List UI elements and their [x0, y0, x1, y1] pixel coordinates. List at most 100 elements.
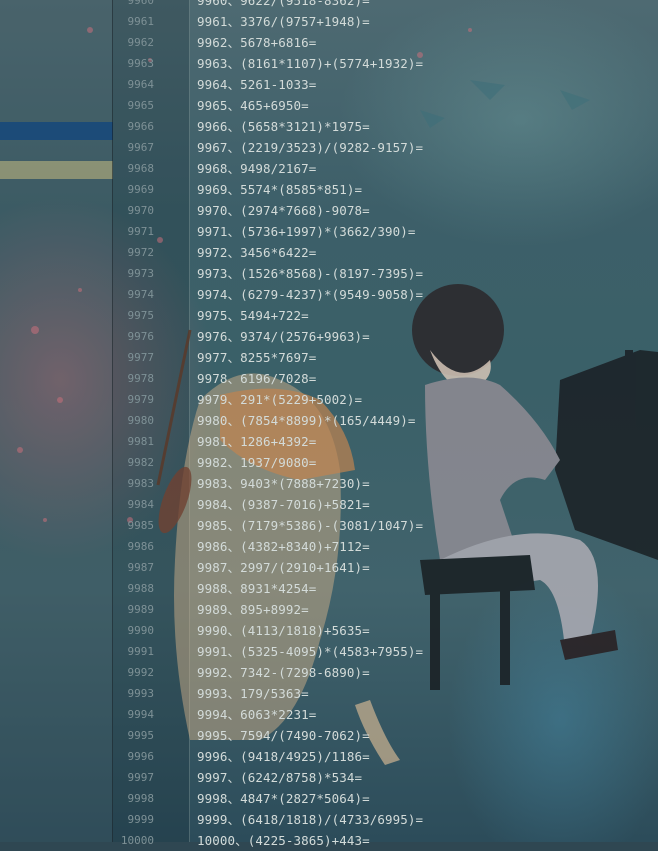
code-text[interactable]: 9988、8931*4254=: [197, 578, 316, 599]
code-text[interactable]: 9977、8255*7697=: [197, 347, 316, 368]
code-line[interactable]: 9969 9969、5574*(8585*851)=: [113, 179, 658, 200]
selected-tree-item[interactable]: [0, 122, 113, 140]
code-text[interactable]: 9971、(5736+1997)*(3662/390)=: [197, 221, 416, 242]
line-number: 9984: [127, 498, 155, 511]
code-line[interactable]: 9974 9974、(6279-4237)*(9549-9058)=: [113, 284, 658, 305]
code-text[interactable]: 9974、(6279-4237)*(9549-9058)=: [197, 284, 423, 305]
code-line[interactable]: 9995 9995、7594/(7490-7062)=: [113, 725, 658, 746]
code-text[interactable]: 9991、(5325-4095)*(4583+7955)=: [197, 641, 423, 662]
code-text[interactable]: 9978、6196/7028=: [197, 368, 316, 389]
code-text[interactable]: 9994、6063*2231=: [197, 704, 316, 725]
line-number: 9964: [127, 78, 155, 91]
code-line[interactable]: 9967 9967、(2219/3523)/(9282-9157)=: [113, 137, 658, 158]
line-number: 9963: [127, 57, 155, 70]
line-number: 9990: [127, 624, 155, 637]
code-line[interactable]: 9980 9980、(7854*8899)*(165/4449)=: [113, 410, 658, 431]
code-line[interactable]: 9993 9993、179/5363=: [113, 683, 658, 704]
line-number: 9985: [127, 519, 155, 532]
code-line[interactable]: 9976 9976、9374/(2576+9963)=: [113, 326, 658, 347]
code-line[interactable]: 9981 9981、1286+4392=: [113, 431, 658, 452]
code-line[interactable]: 9977 9977、8255*7697=: [113, 347, 658, 368]
code-line[interactable]: 9973 9973、(1526*8568)-(8197-7395)=: [113, 263, 658, 284]
code-text[interactable]: 9986、(4382+8340)+7112=: [197, 536, 370, 557]
code-text[interactable]: 9966、(5658*3121)*1975=: [197, 116, 370, 137]
code-text[interactable]: 9972、3456*6422=: [197, 242, 316, 263]
code-line[interactable]: 9985 9985、(7179*5386)-(3081/1047)=: [113, 515, 658, 536]
code-line[interactable]: 9988 9988、8931*4254=: [113, 578, 658, 599]
line-number: 9983: [127, 477, 155, 490]
code-line[interactable]: 9986 9986、(4382+8340)+7112=: [113, 536, 658, 557]
code-text[interactable]: 9999、(6418/1818)/(4733/6995)=: [197, 809, 423, 830]
line-number: 9967: [127, 141, 155, 154]
highlighted-tree-item[interactable]: [0, 161, 113, 179]
line-number: 9970: [127, 204, 155, 217]
code-line[interactable]: 9972 9972、3456*6422=: [113, 242, 658, 263]
code-line[interactable]: 9982 9982、1937/9080=: [113, 452, 658, 473]
code-line[interactable]: 9965 9965、465+6950=: [113, 95, 658, 116]
code-line[interactable]: 9962 9962、5678+6816=: [113, 32, 658, 53]
line-number: 9977: [127, 351, 155, 364]
code-line[interactable]: 9987 9987、2997/(2910+1641)=: [113, 557, 658, 578]
code-line[interactable]: 9966 9966、(5658*3121)*1975=: [113, 116, 658, 137]
code-line[interactable]: 9994 9994、6063*2231=: [113, 704, 658, 725]
line-number: 9961: [127, 15, 155, 28]
code-text[interactable]: 9965、465+6950=: [197, 95, 309, 116]
code-text[interactable]: 9967、(2219/3523)/(9282-9157)=: [197, 137, 423, 158]
code-text[interactable]: 9970、(2974*7668)-9078=: [197, 200, 370, 221]
code-text[interactable]: 9964、5261-1033=: [197, 74, 316, 95]
code-line[interactable]: 9963 9963、(8161*1107)+(5774+1932)=: [113, 53, 658, 74]
code-line[interactable]: 9970 9970、(2974*7668)-9078=: [113, 200, 658, 221]
code-line[interactable]: 9992 9992、7342-(7298-6890)=: [113, 662, 658, 683]
code-line[interactable]: 9997 9997、(6242/8758)*534=: [113, 767, 658, 788]
code-text[interactable]: 9996、(9418/4925)/1186=: [197, 746, 370, 767]
code-text[interactable]: 9981、1286+4392=: [197, 431, 316, 452]
code-line[interactable]: 9999 9999、(6418/1818)/(4733/6995)=: [113, 809, 658, 830]
code-text[interactable]: 9973、(1526*8568)-(8197-7395)=: [197, 263, 423, 284]
code-text[interactable]: 9984、(9387-7016)+5821=: [197, 494, 370, 515]
code-line[interactable]: 9991 9991、(5325-4095)*(4583+7955)=: [113, 641, 658, 662]
code-text[interactable]: 9975、5494+722=: [197, 305, 309, 326]
code-text[interactable]: 9976、9374/(2576+9963)=: [197, 326, 370, 347]
code-text[interactable]: 9985、(7179*5386)-(3081/1047)=: [197, 515, 423, 536]
code-text[interactable]: 9983、9403*(7888+7230)=: [197, 473, 370, 494]
line-number: 9976: [127, 330, 155, 343]
code-text[interactable]: 9969、5574*(8585*851)=: [197, 179, 362, 200]
code-editor-lines[interactable]: 9960 9960、9622/(9518-8362)= 9961 9961、3376/…: [113, 0, 658, 851]
line-number: 9993: [127, 687, 155, 700]
line-number: 10000: [120, 834, 154, 847]
code-line[interactable]: 9984 9984、(9387-7016)+5821=: [113, 494, 658, 515]
code-text[interactable]: 9961、3376/(9757+1948)=: [197, 11, 370, 32]
code-line[interactable]: 9971 9971、(5736+1997)*(3662/390)=: [113, 221, 658, 242]
code-line[interactable]: 9964 9964、5261-1033=: [113, 74, 658, 95]
code-line[interactable]: 9998 9998、4847*(2827*5064)=: [113, 788, 658, 809]
code-text[interactable]: 9980、(7854*8899)*(165/4449)=: [197, 410, 416, 431]
code-text[interactable]: 9982、1937/9080=: [197, 452, 316, 473]
code-text[interactable]: 10000、(4225-3865)+443=: [197, 830, 370, 851]
code-text[interactable]: 9995、7594/(7490-7062)=: [197, 725, 370, 746]
code-line[interactable]: 9978 9978、6196/7028=: [113, 368, 658, 389]
code-text[interactable]: 9993、179/5363=: [197, 683, 309, 704]
project-tree-panel[interactable]: [0, 0, 113, 842]
code-line[interactable]: 9960 9960、9622/(9518-8362)=: [113, 0, 658, 11]
code-line[interactable]: 9979 9979、291*(5229+5002)=: [113, 389, 658, 410]
code-text[interactable]: 9997、(6242/8758)*534=: [197, 767, 362, 788]
code-text[interactable]: 9963、(8161*1107)+(5774+1932)=: [197, 53, 423, 74]
code-text[interactable]: 9987、2997/(2910+1641)=: [197, 557, 370, 578]
code-line[interactable]: 9975 9975、5494+722=: [113, 305, 658, 326]
code-text[interactable]: 9979、291*(5229+5002)=: [197, 389, 362, 410]
code-text[interactable]: 9989、895+8992=: [197, 599, 309, 620]
code-line[interactable]: 9983 9983、9403*(7888+7230)=: [113, 473, 658, 494]
code-line[interactable]: 9989 9989、895+8992=: [113, 599, 658, 620]
code-text[interactable]: 9990、(4113/1818)+5635=: [197, 620, 370, 641]
code-text[interactable]: 9960、9622/(9518-8362)=: [197, 0, 370, 11]
code-line[interactable]: 10000 10000、(4225-3865)+443=: [113, 830, 658, 851]
code-text[interactable]: 9998、4847*(2827*5064)=: [197, 788, 370, 809]
code-line[interactable]: 9961 9961、3376/(9757+1948)=: [113, 11, 658, 32]
code-text[interactable]: 9992、7342-(7298-6890)=: [197, 662, 370, 683]
line-number: 9972: [127, 246, 155, 259]
code-line[interactable]: 9996 9996、(9418/4925)/1186=: [113, 746, 658, 767]
code-text[interactable]: 9962、5678+6816=: [197, 32, 316, 53]
code-text[interactable]: 9968、9498/2167=: [197, 158, 316, 179]
code-line[interactable]: 9968 9968、9498/2167=: [113, 158, 658, 179]
code-line[interactable]: 9990 9990、(4113/1818)+5635=: [113, 620, 658, 641]
